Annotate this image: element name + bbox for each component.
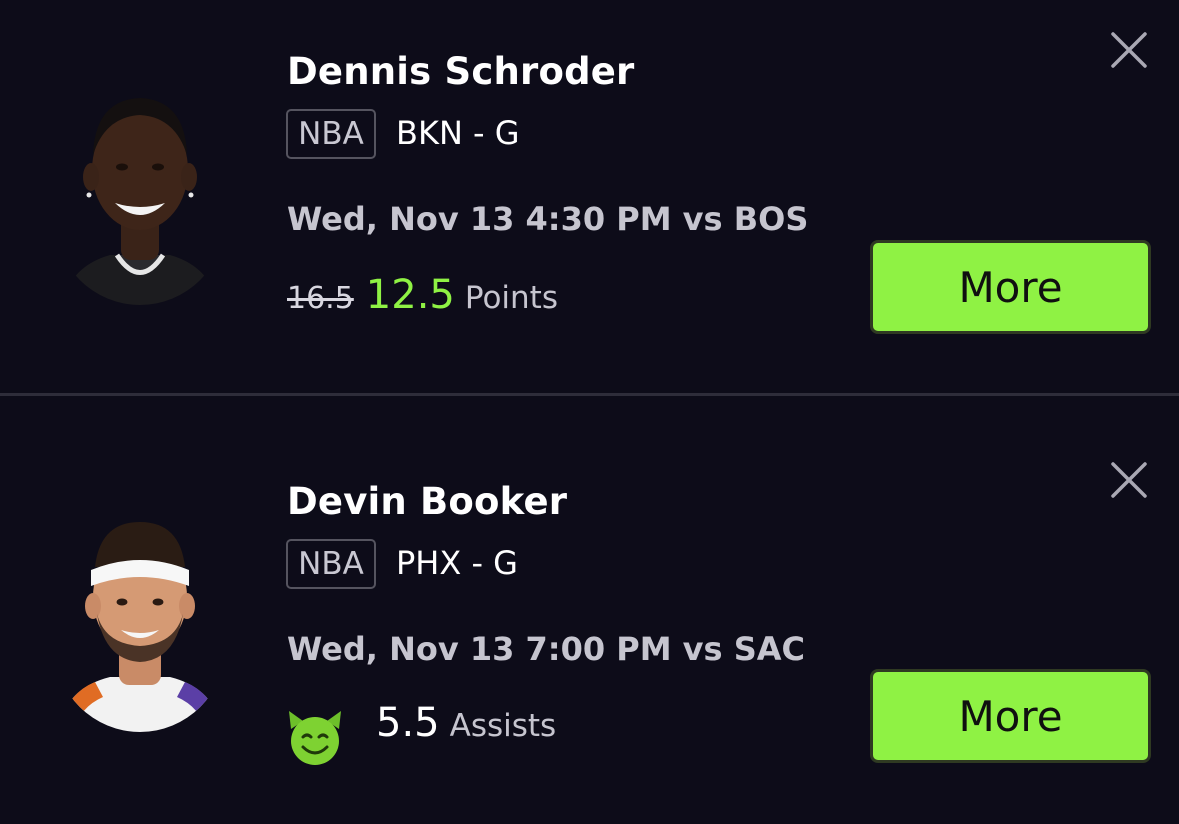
close-icon[interactable] — [1108, 29, 1150, 71]
game-info: Wed, Nov 13 7:00 PM vs SAC — [287, 630, 806, 668]
more-button[interactable]: More — [870, 240, 1151, 334]
projection-line: 5.5 Assists — [376, 700, 556, 760]
projection-line: 16.5 12.5 Points — [287, 272, 558, 332]
original-line-value: 16.5 — [287, 281, 354, 316]
more-button[interactable]: More — [870, 669, 1151, 763]
player-name: Dennis Schroder — [287, 50, 635, 93]
player-headshot — [55, 95, 225, 305]
team-position: PHX - G — [396, 544, 518, 582]
close-icon[interactable] — [1108, 459, 1150, 501]
player-headshot — [55, 522, 225, 732]
stat-type: Points — [464, 280, 558, 316]
team-position: BKN - G — [396, 114, 520, 152]
pick-card: Dennis Schroder NBA BKN - G Wed, Nov 13 … — [0, 0, 1179, 393]
line-value: 5.5 — [376, 700, 440, 746]
player-name: Devin Booker — [287, 480, 568, 523]
league-badge: NBA — [286, 539, 376, 589]
smiling-demon-icon — [285, 707, 345, 767]
game-info: Wed, Nov 13 4:30 PM vs BOS — [287, 200, 809, 238]
discounted-line-value: 12.5 — [365, 272, 455, 318]
league-badge: NBA — [286, 109, 376, 159]
pick-card: Devin Booker NBA PHX - G Wed, Nov 13 7:0… — [0, 396, 1179, 824]
stat-type: Assists — [449, 708, 557, 744]
